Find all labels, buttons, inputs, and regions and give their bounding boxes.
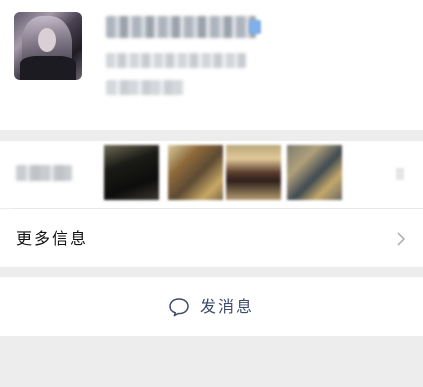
more-info-row[interactable]: 更多信息 [0, 209, 423, 267]
profile-region-redacted [106, 80, 184, 95]
send-message-button[interactable]: 发消息 [0, 277, 423, 336]
moments-row[interactable] [0, 141, 423, 208]
row-divider [14, 208, 423, 209]
moments-chevron-icon [396, 168, 404, 180]
moment-photo-4[interactable] [287, 145, 342, 200]
avatar-body [20, 56, 76, 80]
profile-header [0, 0, 423, 130]
moments-label-redacted [16, 165, 72, 181]
avatar-face [38, 28, 56, 52]
moment-photo-2[interactable] [168, 145, 223, 200]
moment-photo-1[interactable] [104, 145, 159, 200]
gender-icon [249, 20, 261, 34]
avatar[interactable] [14, 12, 82, 80]
profile-id-redacted [106, 53, 246, 68]
send-message-content: 发消息 [168, 296, 254, 318]
chevron-right-icon [397, 232, 406, 246]
profile-name-redacted [106, 16, 256, 38]
chat-bubble-icon [169, 298, 189, 317]
more-info-label: 更多信息 [16, 229, 89, 248]
moment-photo-3[interactable] [226, 145, 281, 200]
send-message-label: 发消息 [200, 297, 255, 316]
